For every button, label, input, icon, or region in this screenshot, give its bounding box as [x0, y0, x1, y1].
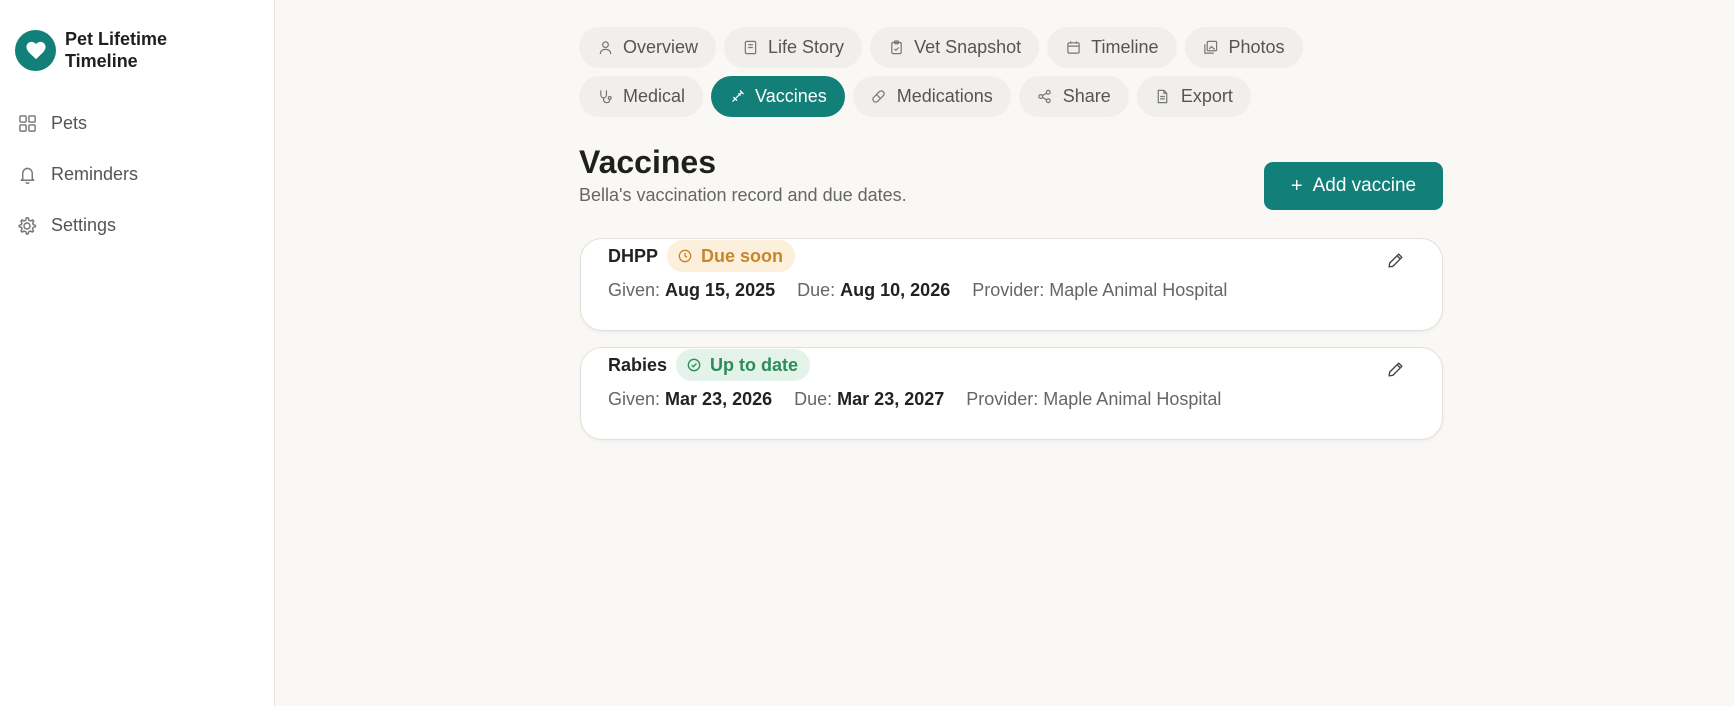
share-icon: [1037, 89, 1053, 105]
tab-label: Photos: [1228, 37, 1285, 57]
pencil-icon: [1387, 252, 1404, 274]
calendar-icon: [1065, 40, 1081, 56]
syringe-icon: [729, 89, 745, 105]
sidebar-nav: Pets Reminders Settings: [0, 98, 275, 251]
tab-medical[interactable]: Medical: [579, 76, 704, 117]
images-icon: [1203, 40, 1219, 56]
tab-label: Medications: [896, 86, 993, 106]
page-heading: Vaccines Bella's vaccination record and …: [579, 143, 907, 206]
given-value: Aug 15, 2025: [665, 280, 776, 300]
given-value: Mar 23, 2026: [665, 389, 773, 409]
sidebar: Pet Lifetime Timeline Pets Reminders Set…: [0, 0, 275, 706]
tab-life-story[interactable]: Life Story: [724, 27, 863, 68]
due-value: Aug 10, 2026: [840, 280, 951, 300]
tab-row: Medical Vaccines Medications Share Expor…: [579, 76, 1399, 117]
brand[interactable]: Pet Lifetime Timeline: [15, 28, 195, 72]
user-icon: [597, 40, 613, 56]
plus-icon: +: [1290, 175, 1303, 197]
clock-icon: [678, 249, 693, 264]
status-label: Up to date: [710, 354, 799, 375]
sidebar-item-label: Settings: [51, 215, 117, 235]
vaccine-details: Given: Aug 15, 2025 Due: Aug 10, 2026 Pr…: [608, 280, 1249, 301]
clipboard-icon: [888, 40, 904, 56]
tab-label: Timeline: [1091, 37, 1159, 57]
sidebar-item-label: Reminders: [51, 164, 139, 184]
vaccine-card: DHPP Due soon Given: Aug 15, 2025 Due: A…: [580, 238, 1443, 331]
vaccine-name: DHPP: [608, 245, 659, 266]
due-date: Due: Aug 10, 2026: [797, 280, 950, 301]
sidebar-item-settings[interactable]: Settings: [0, 200, 275, 251]
tab-share[interactable]: Share: [1018, 76, 1129, 117]
bell-icon: [17, 165, 37, 185]
pet-tabs: Overview Life Story Vet Snapshot Timelin…: [579, 27, 1399, 125]
tab-overview[interactable]: Overview: [579, 27, 717, 68]
pill-icon: [871, 89, 887, 105]
check-circle-icon: [687, 358, 702, 373]
pencil-icon: [1387, 361, 1404, 383]
sidebar-item-label: Pets: [51, 113, 88, 133]
vaccine-card-header: Rabies Up to date: [608, 348, 811, 382]
gear-icon: [17, 216, 37, 236]
tab-label: Export: [1180, 86, 1233, 106]
tab-vaccines[interactable]: Vaccines: [711, 76, 845, 117]
heart-logo-icon: [15, 29, 56, 71]
sidebar-item-pets[interactable]: Pets: [0, 98, 275, 149]
add-vaccine-label: Add vaccine: [1312, 175, 1417, 196]
page-title: Vaccines: [579, 144, 716, 180]
tab-label: Vet Snapshot: [914, 37, 1022, 57]
tab-label: Share: [1062, 86, 1111, 106]
provider: Provider: Maple Animal Hospital: [966, 389, 1222, 409]
tab-timeline[interactable]: Timeline: [1047, 27, 1177, 68]
vaccine-card-header: DHPP Due soon: [608, 239, 796, 273]
tab-label: Life Story: [768, 37, 845, 57]
tab-label: Vaccines: [755, 86, 827, 106]
tab-row: Overview Life Story Vet Snapshot Timelin…: [579, 27, 1399, 68]
status-label: Due soon: [701, 245, 784, 266]
status-badge: Up to date: [676, 349, 811, 381]
tab-label: Overview: [623, 37, 699, 57]
given-label: Given:: [608, 280, 661, 300]
edit-vaccine-button[interactable]: [1381, 358, 1409, 386]
due-label: Due:: [797, 280, 836, 300]
grid-icon: [17, 114, 37, 134]
sidebar-item-reminders[interactable]: Reminders: [0, 149, 275, 200]
book-icon: [742, 40, 758, 56]
vaccine-name: Rabies: [608, 354, 668, 375]
vaccine-card: Rabies Up to date Given: Mar 23, 2026 Du…: [580, 347, 1443, 440]
due-label: Due:: [794, 389, 833, 409]
tab-vet-snapshot[interactable]: Vet Snapshot: [870, 27, 1040, 68]
given-date: Given: Mar 23, 2026: [608, 389, 772, 410]
given-label: Given:: [608, 389, 661, 409]
tab-export[interactable]: Export: [1136, 76, 1251, 117]
add-vaccine-button[interactable]: + Add vaccine: [1264, 162, 1443, 210]
vaccine-details: Given: Mar 23, 2026 Due: Mar 23, 2027 Pr…: [608, 389, 1243, 410]
stethoscope-icon: [597, 89, 613, 105]
given-date: Given: Aug 15, 2025: [608, 280, 775, 301]
app-title: Pet Lifetime Timeline: [65, 29, 168, 71]
provider: Provider: Maple Animal Hospital: [972, 280, 1228, 300]
tab-medications[interactable]: Medications: [852, 76, 1011, 117]
page-subtitle: Bella's vaccination record and due dates…: [579, 185, 907, 205]
due-value: Mar 23, 2027: [837, 389, 945, 409]
file-icon: [1155, 89, 1171, 105]
edit-vaccine-button[interactable]: [1381, 249, 1409, 277]
status-badge: Due soon: [667, 240, 796, 272]
due-date: Due: Mar 23, 2027: [794, 389, 944, 410]
tab-label: Medical: [623, 86, 686, 106]
tab-photos[interactable]: Photos: [1184, 27, 1303, 68]
